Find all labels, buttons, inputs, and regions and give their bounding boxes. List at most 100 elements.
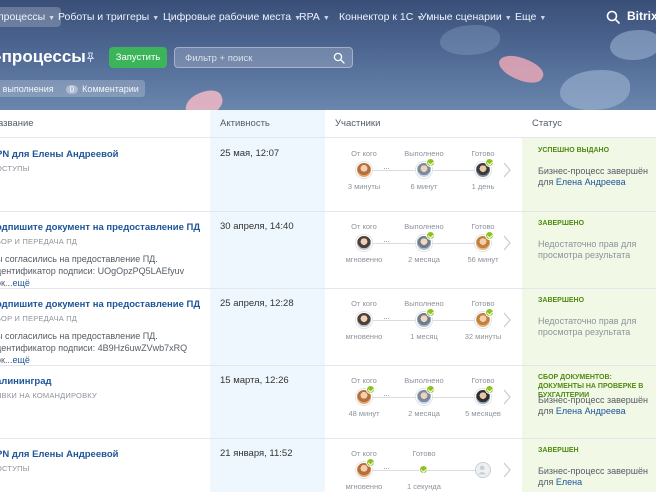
step-done-check-icon xyxy=(485,231,494,240)
nav-item-label: Цифровые рабочие места xyxy=(163,11,292,23)
activity-date: 25 мая, 12:07 xyxy=(220,148,280,159)
process-template-label: ЯВКИ НА КОМАНДИРОВКУ xyxy=(0,391,97,400)
participant-step-label: Готово xyxy=(471,149,495,158)
more-dots-icon: ··· xyxy=(383,236,390,246)
activity-date: 15 марта, 12:26 xyxy=(220,375,289,386)
process-name-link[interactable]: алининград xyxy=(0,376,52,387)
chevron-right-icon[interactable] xyxy=(503,312,511,328)
search-icon[interactable] xyxy=(605,9,621,25)
participant-avatar[interactable] xyxy=(356,235,372,251)
process-template-label: БОР И ПЕРЕДАЧА ПД xyxy=(0,314,78,323)
status-text: Бизнес-процесс завершён для Елена xyxy=(538,466,648,488)
step-done-check-icon xyxy=(426,385,435,394)
participant-step-label: От кого xyxy=(351,299,377,308)
participant-step-time: мгновенно xyxy=(345,255,383,264)
subtabs: т выполнения 0 Комментарии xyxy=(0,80,145,97)
nav-item-smart-scenarios[interactable]: Умные сценарии ▼ xyxy=(420,7,512,27)
nav-item-processes[interactable]: процессы ▼ xyxy=(0,7,62,27)
chevron-right-icon[interactable] xyxy=(503,162,511,178)
participant-step-label: Готово xyxy=(412,449,436,458)
participant-step-time: 6 минут xyxy=(410,182,438,191)
nav-item-rpa[interactable]: RPA ▼ xyxy=(299,7,330,27)
step-done-check-icon xyxy=(426,158,435,167)
participant-step-label: От кого xyxy=(351,376,377,385)
chevron-down-icon: ▼ xyxy=(504,15,512,22)
top-navigation: процессы ▼ Роботы и триггеры ▼ Цифровые ра… xyxy=(0,0,656,34)
column-header-name[interactable]: азвание xyxy=(0,110,210,138)
process-name-link[interactable]: одпишите документ на предоставление ПД xyxy=(0,222,200,233)
nav-item-label: процессы xyxy=(0,11,46,23)
process-description: ы согласились на предоставление ПД. xyxy=(0,254,158,264)
participant-step-label: Выполнено xyxy=(404,299,444,308)
row-divider xyxy=(0,288,656,289)
participant-step-time: 2 месяца xyxy=(408,255,440,264)
status-user-link[interactable]: Елена xyxy=(556,477,582,487)
status-badge: УСПЕШНО ВЫДАНО xyxy=(538,147,610,154)
more-dots-icon: ··· xyxy=(383,313,390,323)
status-message: Бизнес-процесс завершён для xyxy=(538,466,648,487)
row-divider xyxy=(0,438,656,439)
nav-item-more[interactable]: Еще ▼ xyxy=(515,7,546,27)
column-header-activity[interactable]: Активность xyxy=(210,110,325,138)
nav-item-label: Роботы и триггеры xyxy=(58,11,150,23)
run-button[interactable]: Запустить xyxy=(109,47,167,68)
chevron-down-icon: ▼ xyxy=(539,15,547,22)
process-name-link[interactable]: PN для Елены Андреевой xyxy=(0,149,118,160)
process-description: дентификатор подписи: 4B9Hz6uwZVwb7xRQ xyxy=(0,343,188,353)
show-more-link[interactable]: ещё xyxy=(12,355,29,365)
participant-step-time: 2 месяца xyxy=(408,409,440,418)
process-name-link[interactable]: PN для Елены Андреевой xyxy=(0,449,118,460)
nav-item-digital-workplaces[interactable]: Цифровые рабочие места ▼ xyxy=(163,7,301,27)
participant-step-time: 1 день xyxy=(471,182,495,191)
brand-logo: Bitrix2 xyxy=(627,9,656,23)
participant-step-time: 5 месяцев xyxy=(465,409,501,418)
step-done-check-icon xyxy=(426,231,435,240)
column-header-participants[interactable]: Участники xyxy=(325,110,522,138)
participant-step-time: 1 секунда xyxy=(407,482,441,491)
tab-comments-label: Комментарии xyxy=(82,83,139,94)
nav-item-1c-connector[interactable]: Коннектор к 1С ▼ xyxy=(339,7,423,27)
activity-date: 30 апреля, 14:40 xyxy=(220,221,294,232)
participant-step-label: Выполнено xyxy=(404,149,444,158)
filter-search-input[interactable] xyxy=(175,49,325,68)
participant-step-label: Готово xyxy=(471,222,495,231)
status-message: Недостаточно прав для просмотра результа… xyxy=(538,316,637,337)
tab-execution[interactable]: т выполнения xyxy=(0,84,60,94)
participant-step-time: 1 месяц xyxy=(410,332,438,341)
participant-step-label: Готово xyxy=(471,376,495,385)
chevron-right-icon[interactable] xyxy=(503,235,511,251)
chevron-right-icon[interactable] xyxy=(503,389,511,405)
column-header-status[interactable]: Статус xyxy=(522,110,656,138)
step-done-check-icon xyxy=(485,158,494,167)
chevron-right-icon[interactable] xyxy=(503,462,511,478)
step-done-check-icon xyxy=(485,308,494,317)
participant-step-time: 3 минуты xyxy=(347,182,381,191)
nav-item-robots[interactable]: Роботы и триггеры ▼ xyxy=(58,7,159,27)
status-badge: ЗАВЕРШЕНО xyxy=(538,220,585,227)
row-divider xyxy=(0,211,656,212)
participant-step-time: мгновенно xyxy=(345,482,383,491)
status-text: Бизнес-процесс завершён для Елена Андрее… xyxy=(538,166,648,188)
tab-comments[interactable]: 0 Комментарии xyxy=(60,84,145,94)
search-icon[interactable] xyxy=(333,52,345,64)
process-template-label: ОСТУПЫ xyxy=(0,164,30,173)
status-text: Бизнес-процесс завершён для Елена Андрее… xyxy=(538,395,648,417)
show-more-link[interactable]: ещё xyxy=(12,278,29,288)
step-done-check-icon xyxy=(419,465,428,474)
status-text: Недостаточно прав для просмотра результа… xyxy=(538,239,648,261)
participant-step-label: Готово xyxy=(471,299,495,308)
status-message: Недостаточно прав для просмотра результа… xyxy=(538,239,637,260)
participant-step-time: 56 минут xyxy=(467,255,499,264)
status-user-link[interactable]: Елена Андреева xyxy=(556,406,626,416)
process-name-link[interactable]: одпишите документ на предоставление ПД xyxy=(0,299,200,310)
step-done-check-icon xyxy=(485,385,494,394)
activity-date: 25 апреля, 12:28 xyxy=(220,298,294,309)
filter-search xyxy=(174,47,353,68)
process-description-ellipsis: ок...ещё xyxy=(0,355,30,365)
participant-step-label: Выполнено xyxy=(404,376,444,385)
status-user-link[interactable]: Елена Андреева xyxy=(556,177,626,187)
empty-avatar-icon xyxy=(475,462,491,478)
pin-icon[interactable] xyxy=(85,52,96,63)
participant-avatar[interactable] xyxy=(356,162,372,178)
participant-avatar[interactable] xyxy=(356,312,372,328)
